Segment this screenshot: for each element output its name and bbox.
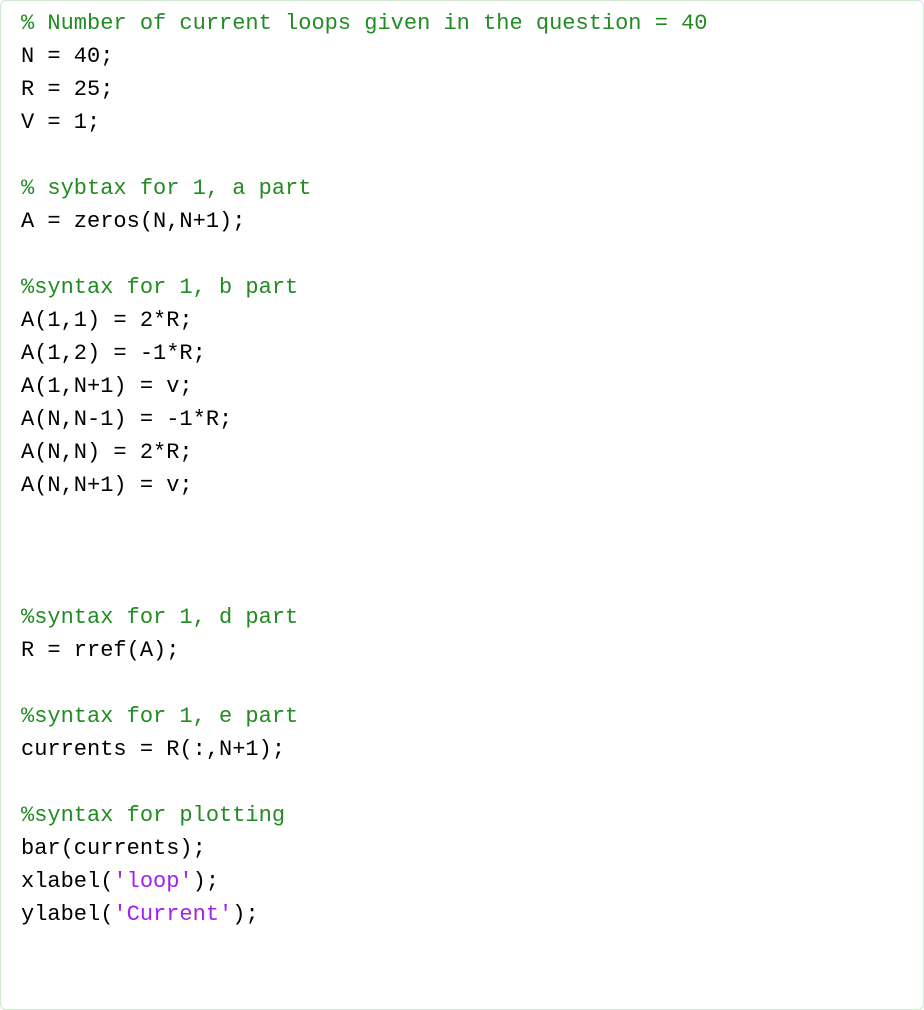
code-line: A = zeros(N,N+1);: [21, 205, 907, 238]
code-token: 'Current': [113, 902, 232, 927]
code-token: currents = R(:,N+1);: [21, 737, 285, 762]
code-token: % sybtax for 1, a part: [21, 176, 311, 201]
code-token: V = 1;: [21, 110, 100, 135]
code-block: % Number of current loops given in the q…: [0, 0, 924, 1010]
code-line: A(1,1) = 2*R;: [21, 304, 907, 337]
code-line: %syntax for 1, d part: [21, 601, 907, 634]
code-token: %syntax for plotting: [21, 803, 285, 828]
code-token: A(N,N) = 2*R;: [21, 440, 193, 465]
code-line: % Number of current loops given in the q…: [21, 7, 907, 40]
code-line: %syntax for plotting: [21, 799, 907, 832]
code-token: R = rref(A);: [21, 638, 179, 663]
code-token: %syntax for 1, b part: [21, 275, 298, 300]
code-line: R = 25;: [21, 73, 907, 106]
code-line: V = 1;: [21, 106, 907, 139]
code-line: A(N,N) = 2*R;: [21, 436, 907, 469]
code-token: % Number of current loops given in the q…: [21, 11, 708, 36]
code-token: R = 25;: [21, 77, 113, 102]
code-token: A(1,1) = 2*R;: [21, 308, 193, 333]
code-token: bar(currents);: [21, 836, 206, 861]
code-line: N = 40;: [21, 40, 907, 73]
code-line: ylabel('Current');: [21, 898, 907, 931]
code-line: A(1,2) = -1*R;: [21, 337, 907, 370]
code-token: 'loop': [113, 869, 192, 894]
code-token: A(1,2) = -1*R;: [21, 341, 206, 366]
code-token: A = zeros(N,N+1);: [21, 209, 245, 234]
code-token: A(N,N-1) = -1*R;: [21, 407, 232, 432]
code-line: A(N,N-1) = -1*R;: [21, 403, 907, 436]
code-line: [21, 502, 907, 535]
code-line: [21, 766, 907, 799]
code-token: %syntax for 1, e part: [21, 704, 298, 729]
code-line: [21, 238, 907, 271]
code-line: R = rref(A);: [21, 634, 907, 667]
code-line: bar(currents);: [21, 832, 907, 865]
code-line: [21, 535, 907, 568]
code-token: );: [232, 902, 258, 927]
code-token: A(1,N+1) = v;: [21, 374, 193, 399]
code-line: [21, 568, 907, 601]
code-line: %syntax for 1, e part: [21, 700, 907, 733]
code-token: );: [193, 869, 219, 894]
code-token: %syntax for 1, d part: [21, 605, 298, 630]
code-token: xlabel(: [21, 869, 113, 894]
code-line: A(1,N+1) = v;: [21, 370, 907, 403]
code-line: [21, 667, 907, 700]
code-line: % sybtax for 1, a part: [21, 172, 907, 205]
code-line: currents = R(:,N+1);: [21, 733, 907, 766]
code-line: [21, 139, 907, 172]
code-line: xlabel('loop');: [21, 865, 907, 898]
code-line: A(N,N+1) = v;: [21, 469, 907, 502]
code-token: A(N,N+1) = v;: [21, 473, 193, 498]
code-line: %syntax for 1, b part: [21, 271, 907, 304]
code-token: N = 40;: [21, 44, 113, 69]
code-token: ylabel(: [21, 902, 113, 927]
